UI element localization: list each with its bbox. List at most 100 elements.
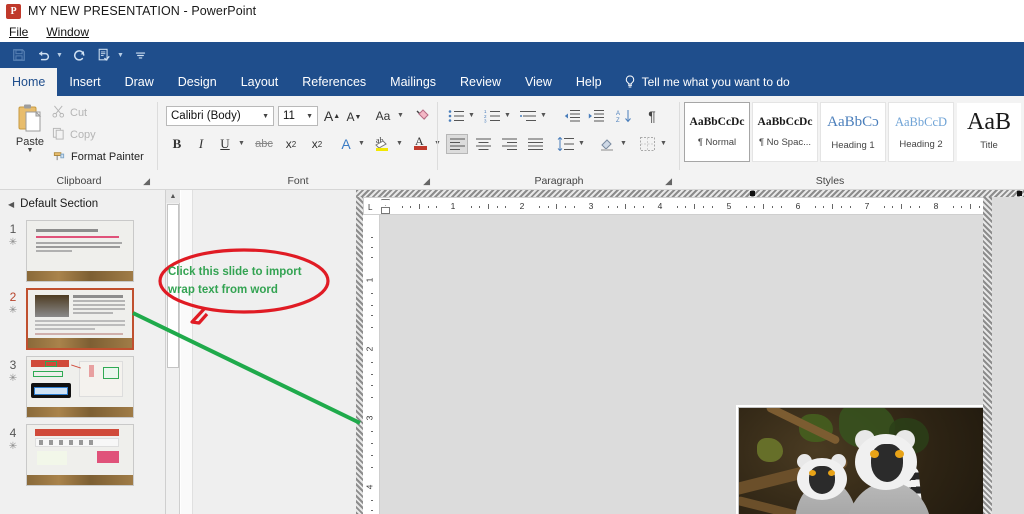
paste-dropdown-caret-icon[interactable]: ▼ [27, 147, 34, 154]
clear-formatting-icon[interactable] [412, 106, 432, 126]
borders-caret-icon[interactable]: ▼ [660, 140, 667, 147]
text-highlight-color-icon[interactable]: ab [372, 132, 394, 154]
shrink-font-icon[interactable]: A ▼ [344, 107, 364, 127]
text-highlight-caret-icon[interactable]: ▼ [396, 140, 403, 147]
tab-view-label: View [525, 75, 552, 89]
copy-button[interactable]: Copy [52, 127, 96, 143]
grow-font-icon[interactable]: A ▲ [322, 106, 342, 126]
tab-references[interactable]: References [290, 68, 378, 96]
tab-draw[interactable]: Draw [113, 68, 166, 96]
slide-thumbnail-pane[interactable]: ◀ Default Section 1 ✳ 2 ✳ 3 ✳ 4 ✳ [0, 190, 166, 514]
font-color-icon[interactable]: A [410, 132, 432, 154]
redo-icon[interactable] [69, 44, 91, 66]
thumbnail-pane-scrollbar[interactable]: ▲ [166, 190, 180, 514]
tab-mailings[interactable]: Mailings [378, 68, 448, 96]
tell-me-search[interactable]: Tell me what you want to do [624, 68, 790, 96]
superscript-icon[interactable]: x2 [306, 135, 328, 153]
slide-thumbnail-4[interactable] [26, 424, 134, 486]
text-effects-icon[interactable]: A [336, 134, 356, 154]
change-case-icon[interactable]: Aa [370, 107, 396, 125]
tab-help[interactable]: Help [564, 68, 614, 96]
tab-insert-label: Insert [69, 75, 101, 89]
font-name-caret-icon[interactable]: ▼ [262, 113, 269, 120]
align-right-icon[interactable] [498, 134, 520, 154]
scroll-up-arrow-icon[interactable]: ▲ [166, 190, 180, 203]
list-item[interactable]: 3 ✳ [0, 356, 165, 418]
align-center-icon[interactable] [472, 134, 494, 154]
undo-icon[interactable] [32, 44, 54, 66]
sort-icon[interactable]: AZ [614, 107, 634, 125]
change-case-caret-icon[interactable]: ▼ [397, 112, 404, 119]
font-size-input[interactable]: 11 ▼ [278, 106, 318, 126]
style-no-spacing[interactable]: AaBbCcDc ¶ No Spac... [752, 102, 818, 162]
cut-button[interactable]: Cut [52, 105, 87, 121]
subscript-icon[interactable]: x2 [280, 135, 302, 153]
list-item[interactable]: 4 ✳ [0, 424, 165, 486]
paste-button[interactable]: Paste ▼ [10, 102, 50, 170]
show-formatting-marks-icon[interactable]: ¶ [642, 106, 662, 126]
shading-icon[interactable] [596, 134, 618, 154]
decrease-indent-icon[interactable] [562, 107, 582, 125]
underline-caret-icon[interactable]: ▼ [238, 140, 245, 147]
document-area[interactable]: This is Example Of Text Wrapping Importe… [356, 190, 1024, 514]
increase-indent-icon[interactable] [586, 107, 606, 125]
align-left-icon[interactable] [446, 134, 468, 154]
hanging-indent-marker[interactable] [381, 207, 390, 214]
save-icon[interactable] [8, 44, 30, 66]
style-normal[interactable]: AaBbCcDc ¶ Normal [684, 102, 750, 162]
justify-icon[interactable] [524, 134, 546, 154]
document-page[interactable]: This is Example Of Text Wrapping Importe… [736, 405, 1024, 514]
italic-icon[interactable]: I [190, 134, 212, 154]
borders-icon[interactable] [636, 134, 658, 154]
shading-caret-icon[interactable]: ▼ [620, 140, 627, 147]
vertical-ruler[interactable]: 1 2 3 4 [363, 215, 380, 514]
slide-thumbnail-1[interactable] [26, 220, 134, 282]
list-item[interactable]: 1 ✳ [0, 220, 165, 282]
multilevel-list-caret-icon[interactable]: ▼ [540, 112, 547, 119]
bullets-caret-icon[interactable]: ▼ [468, 112, 475, 119]
tab-layout[interactable]: Layout [229, 68, 291, 96]
style-heading-2[interactable]: AaBbCcD Heading 2 [888, 102, 954, 162]
first-line-indent-marker[interactable] [381, 199, 390, 206]
section-header[interactable]: ◀ Default Section [0, 190, 165, 214]
strikethrough-icon[interactable]: abc [252, 135, 276, 153]
collapse-triangle-icon[interactable]: ◀ [8, 200, 14, 209]
style-normal-preview: AaBbCcDc [689, 116, 745, 128]
bullets-icon[interactable] [446, 107, 466, 125]
start-presentation-icon[interactable] [93, 44, 115, 66]
text-effects-caret-icon[interactable]: ▼ [358, 140, 365, 147]
tab-review[interactable]: Review [448, 68, 513, 96]
paragraph-dialog-launcher-icon[interactable]: ◢ [665, 176, 672, 187]
tab-stop-selector[interactable]: L [368, 203, 372, 212]
clipboard-dialog-launcher-icon[interactable]: ◢ [143, 176, 150, 187]
tab-insert[interactable]: Insert [57, 68, 112, 96]
lemurs-photo[interactable] [738, 407, 996, 514]
horizontal-ruler[interactable]: L 1 2 3 4 5 6 7 8 [363, 197, 1011, 215]
menu-item-file[interactable]: File [9, 25, 28, 39]
undo-dropdown-caret-icon[interactable]: ▼ [56, 52, 63, 59]
start-presentation-dropdown-caret-icon[interactable]: ▼ [117, 52, 124, 59]
tab-view[interactable]: View [513, 68, 564, 96]
tab-design[interactable]: Design [166, 68, 229, 96]
style-no-spacing-preview: AaBbCcDc [757, 116, 813, 128]
tab-home[interactable]: Home [0, 68, 58, 96]
multilevel-list-icon[interactable] [518, 107, 538, 125]
style-title[interactable]: AaB Title [956, 102, 1022, 162]
format-painter-button[interactable]: Format Painter [52, 149, 144, 165]
list-item[interactable]: 2 ✳ [0, 288, 165, 350]
bold-icon[interactable]: B [166, 134, 188, 154]
underline-icon[interactable]: U [214, 134, 236, 154]
font-name-input[interactable]: Calibri (Body) ▼ [166, 106, 274, 126]
numbering-caret-icon[interactable]: ▼ [504, 112, 511, 119]
line-spacing-icon[interactable] [554, 134, 576, 154]
font-dialog-launcher-icon[interactable]: ◢ [423, 176, 430, 187]
slide-thumbnail-3[interactable] [26, 356, 134, 418]
slide-thumbnail-2[interactable] [26, 288, 134, 350]
font-size-caret-icon[interactable]: ▼ [306, 113, 313, 120]
line-spacing-caret-icon[interactable]: ▼ [578, 140, 585, 147]
menu-item-window[interactable]: Window [46, 25, 89, 39]
customize-quick-access-toolbar-icon[interactable] [130, 44, 152, 66]
numbering-icon[interactable]: 123 [482, 107, 502, 125]
style-heading-1[interactable]: AaBbCɔ Heading 1 [820, 102, 886, 162]
slide-number-4: 4 ✳ [0, 424, 26, 454]
